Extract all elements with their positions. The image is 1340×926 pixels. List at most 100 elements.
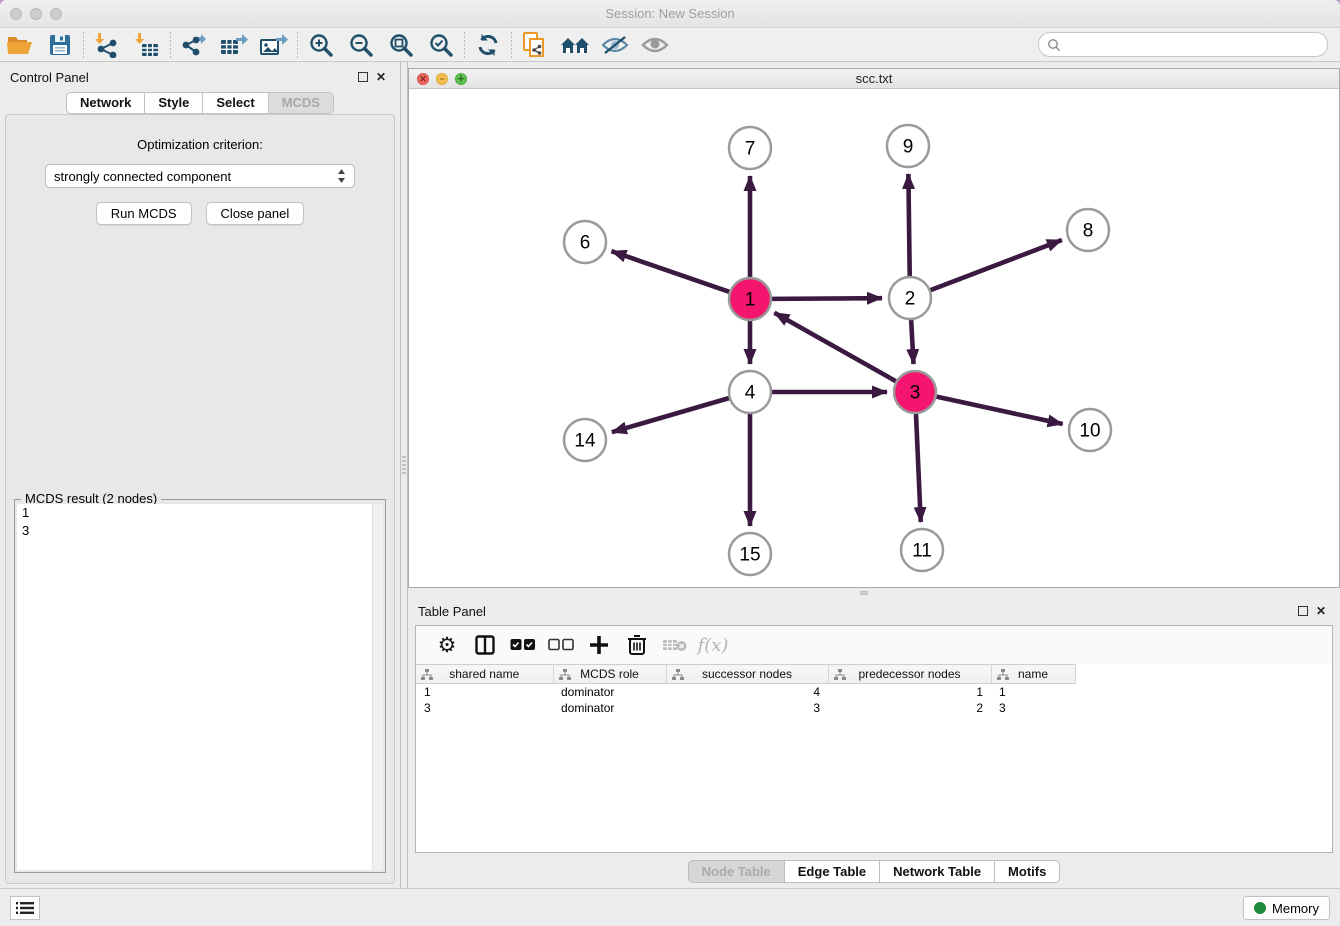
- table-cell[interactable]: 3: [991, 700, 1075, 716]
- vertical-splitter[interactable]: [400, 62, 408, 888]
- graph-node-4[interactable]: 4: [729, 371, 771, 413]
- hide-selected-icon[interactable]: [595, 30, 635, 60]
- column-header-label: predecessor nodes: [858, 667, 960, 681]
- graph-node-6[interactable]: 6: [564, 221, 606, 263]
- graph-edge-2-8[interactable]: [931, 240, 1062, 290]
- graph-edge-2-9[interactable]: [908, 174, 909, 276]
- criterion-dropdown[interactable]: strongly connected component: [45, 164, 355, 188]
- delete-column-icon[interactable]: [620, 630, 654, 660]
- table-cell[interactable]: 3: [416, 700, 553, 716]
- mcds-result-item[interactable]: 1: [17, 504, 383, 522]
- network-canvas[interactable]: 7 9 6 8 1 2 4 3 14 10 15 11: [409, 89, 1339, 587]
- save-session-icon[interactable]: [40, 30, 80, 60]
- mcds-result-list[interactable]: 13: [17, 504, 383, 870]
- deselect-all-checkboxes-icon[interactable]: [544, 630, 578, 660]
- table-cell[interactable]: 3: [666, 700, 828, 716]
- tab-network[interactable]: Network: [66, 92, 145, 114]
- function-builder-icon[interactable]: f(x): [696, 630, 730, 660]
- table-cell[interactable]: 4: [666, 684, 828, 700]
- column-header[interactable]: successor nodes: [666, 665, 828, 684]
- zoom-in-icon[interactable]: [301, 30, 341, 60]
- refresh-icon[interactable]: [468, 30, 508, 60]
- close-panel-icon[interactable]: ✕: [1312, 602, 1330, 620]
- tab-mcds[interactable]: MCDS: [269, 92, 334, 114]
- splitter-handle[interactable]: [860, 591, 868, 595]
- table-row[interactable]: 1dominator411: [416, 684, 1332, 700]
- table-cell[interactable]: 2: [828, 700, 991, 716]
- zoom-selected-icon[interactable]: [421, 30, 461, 60]
- close-panel-icon[interactable]: ✕: [372, 68, 390, 86]
- graph-edge-4-14[interactable]: [612, 398, 729, 432]
- gear-icon[interactable]: ⚙: [430, 630, 464, 660]
- graph-edge-2-3[interactable]: [911, 320, 913, 364]
- graph-node-10[interactable]: 10: [1069, 409, 1111, 451]
- delete-table-icon[interactable]: [658, 630, 692, 660]
- minimize-network-icon[interactable]: −: [436, 73, 448, 85]
- tab-edge-table[interactable]: Edge Table: [785, 860, 880, 883]
- import-network-icon[interactable]: [87, 30, 127, 60]
- add-column-icon[interactable]: [582, 630, 616, 660]
- table-cell-filler: [1075, 684, 1332, 700]
- table-row[interactable]: 3dominator323: [416, 700, 1332, 716]
- zoom-fit-icon[interactable]: [381, 30, 421, 60]
- run-mcds-button[interactable]: Run MCDS: [96, 202, 192, 225]
- tab-style[interactable]: Style: [145, 92, 203, 114]
- table-cell[interactable]: 1: [416, 684, 553, 700]
- graph-edge-3-1[interactable]: [774, 313, 895, 381]
- tab-node-table[interactable]: Node Table: [688, 860, 785, 883]
- clone-network-icon[interactable]: [515, 30, 555, 60]
- close-panel-button[interactable]: Close panel: [206, 202, 305, 225]
- export-image-icon[interactable]: [254, 30, 294, 60]
- graph-node-11[interactable]: 11: [901, 529, 943, 571]
- first-neighbors-icon[interactable]: [555, 30, 595, 60]
- graph-node-9[interactable]: 9: [887, 125, 929, 167]
- search-input[interactable]: [1066, 38, 1327, 52]
- table-cell[interactable]: 1: [991, 684, 1075, 700]
- graph-node-7[interactable]: 7: [729, 127, 771, 169]
- tab-motifs[interactable]: Motifs: [995, 860, 1060, 883]
- graph-node-2[interactable]: 2: [889, 277, 931, 319]
- split-columns-icon[interactable]: [468, 630, 502, 660]
- export-table-icon[interactable]: [214, 30, 254, 60]
- mcds-result-item[interactable]: 3: [17, 522, 383, 540]
- splitter-handle[interactable]: [402, 456, 406, 474]
- column-header[interactable]: MCDS role: [553, 665, 666, 684]
- graph-edge-3-11[interactable]: [916, 414, 921, 522]
- table-cell[interactable]: dominator: [553, 700, 666, 716]
- graph-edge-1-6[interactable]: [611, 251, 729, 292]
- close-network-icon[interactable]: ✕: [417, 73, 429, 85]
- maximize-network-icon[interactable]: ＋: [455, 73, 467, 85]
- export-network-icon[interactable]: [174, 30, 214, 60]
- open-session-icon[interactable]: [0, 30, 40, 60]
- column-header[interactable]: name: [991, 665, 1075, 684]
- graph-node-8[interactable]: 8: [1067, 209, 1109, 251]
- column-header-filler: [1075, 665, 1332, 684]
- graph-edge-3-10[interactable]: [936, 397, 1062, 424]
- status-menu-button[interactable]: [10, 896, 40, 920]
- graph-node-3[interactable]: 3: [894, 371, 936, 413]
- horizontal-splitter[interactable]: [408, 588, 1340, 598]
- float-panel-icon[interactable]: [354, 68, 372, 86]
- search-box[interactable]: [1038, 32, 1328, 57]
- scrollbar-track[interactable]: [372, 504, 383, 870]
- show-all-icon[interactable]: [635, 30, 675, 60]
- table-cell[interactable]: dominator: [553, 684, 666, 700]
- table-cell[interactable]: 1: [828, 684, 991, 700]
- graph-edge-1-2[interactable]: [772, 298, 882, 299]
- import-table-icon[interactable]: [127, 30, 167, 60]
- column-header-label: successor nodes: [702, 667, 792, 681]
- graph-node-1[interactable]: 1: [729, 278, 771, 320]
- select-all-checkboxes-icon[interactable]: [506, 630, 540, 660]
- memory-button[interactable]: Memory: [1243, 896, 1330, 920]
- graph-node-14[interactable]: 14: [564, 419, 606, 461]
- column-header[interactable]: shared name: [416, 665, 553, 684]
- graph-node-15[interactable]: 15: [729, 533, 771, 575]
- tab-network-table[interactable]: Network Table: [880, 860, 995, 883]
- column-header[interactable]: predecessor nodes: [828, 665, 991, 684]
- tab-select[interactable]: Select: [203, 92, 268, 114]
- zoom-out-icon[interactable]: [341, 30, 381, 60]
- float-panel-icon[interactable]: [1294, 602, 1312, 620]
- svg-text:11: 11: [912, 541, 932, 562]
- network-window-titlebar[interactable]: ✕ − ＋ scc.txt: [409, 69, 1339, 89]
- table-panel-title: Table Panel: [418, 604, 1294, 619]
